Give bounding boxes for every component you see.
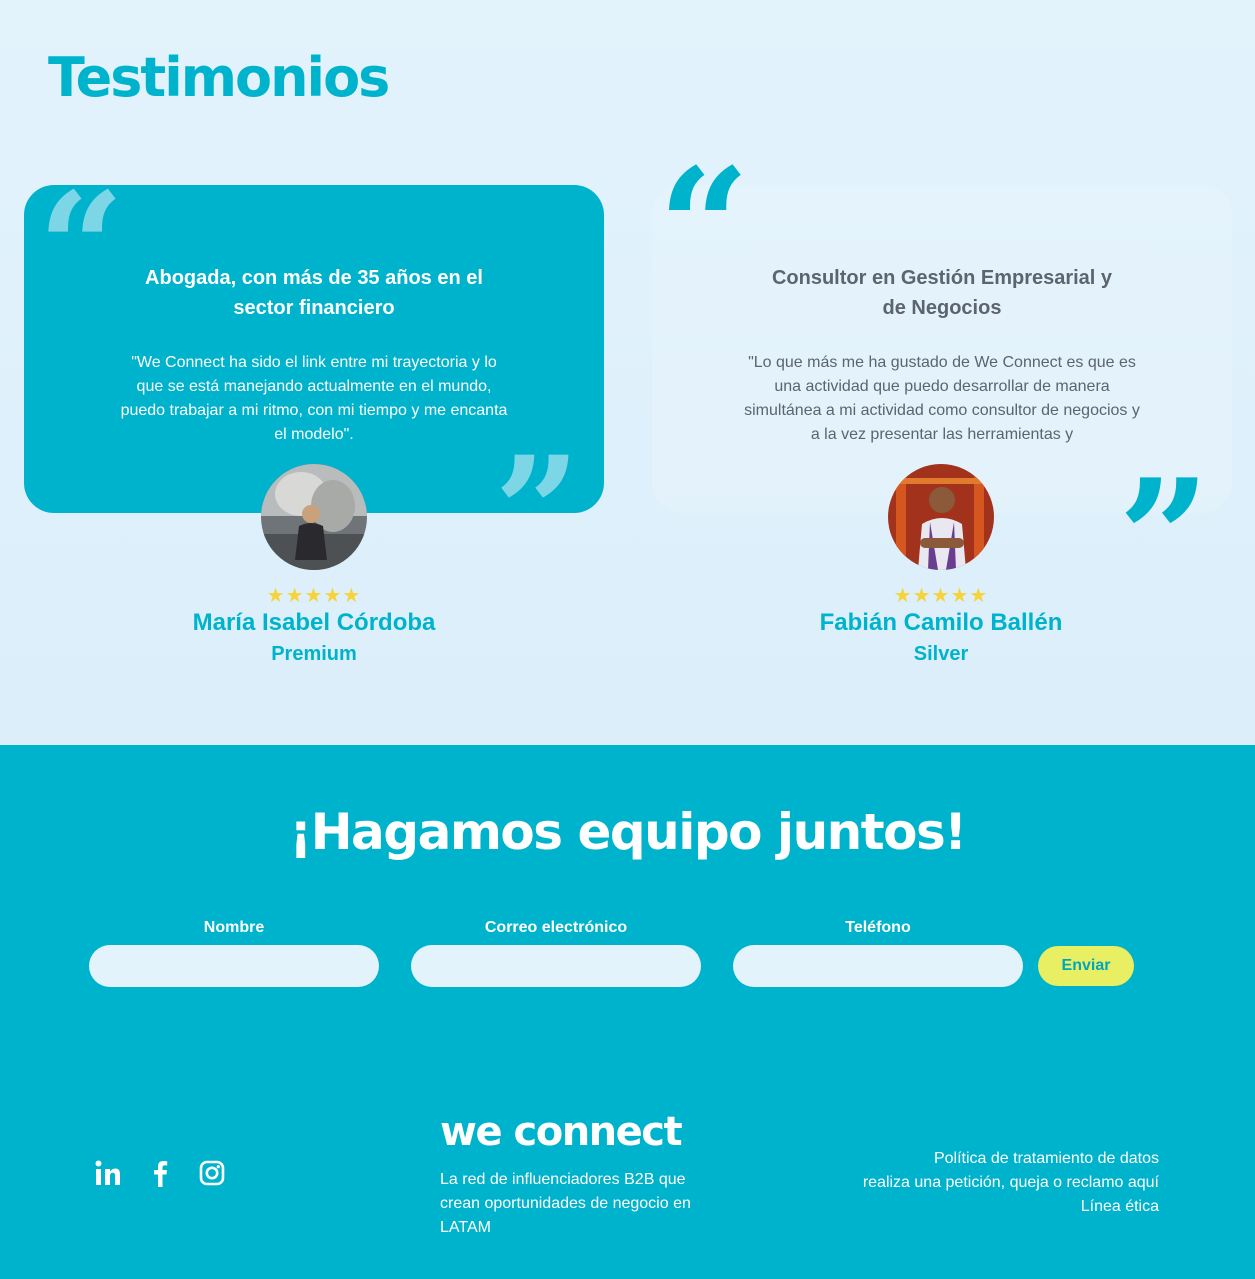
email-label: Correo electrónico — [484, 919, 628, 936]
close-quote-icon: ” — [494, 437, 580, 513]
avatar — [261, 464, 367, 570]
rating-stars: ★★★★★ — [893, 583, 989, 607]
brand-logo[interactable]: we connect — [440, 1109, 683, 1155]
testimonial-quote: "We Connect ha sido el link entre mi tra… — [120, 354, 508, 443]
testimonial-author: ★★★★★ María Isabel Córdoba Premium — [164, 464, 464, 666]
author-tier: Premium — [271, 643, 357, 665]
cta-title: ¡Hagamos equipo juntos! — [289, 803, 967, 861]
phone-field-group: Teléfono — [733, 919, 1023, 987]
brand-tagline: La red de influenciadores B2B que crean … — [440, 1171, 691, 1236]
testimonials-section: Testimonios “ ” Abogada, con más de 35 a… — [0, 0, 1255, 745]
phone-input[interactable] — [733, 945, 1023, 987]
ethics-line-link[interactable]: Línea ética — [863, 1195, 1159, 1219]
send-button[interactable]: Enviar — [1038, 946, 1134, 986]
linkedin-icon[interactable] — [94, 1158, 122, 1188]
section-title: Testimonios — [48, 46, 390, 109]
phone-label: Teléfono — [845, 919, 911, 936]
name-label: Nombre — [203, 919, 265, 936]
social-links — [94, 1158, 226, 1188]
complaint-link[interactable]: realiza una petición, queja o reclamo aq… — [863, 1171, 1159, 1195]
name-field-group: Nombre — [89, 919, 379, 987]
email-input[interactable] — [411, 945, 701, 987]
contact-section: ¡Hagamos equipo juntos! Nombre Correo el… — [0, 745, 1255, 1279]
avatar — [888, 464, 994, 570]
facebook-icon[interactable] — [146, 1158, 174, 1188]
author-name: Fabián Camilo Ballén — [819, 609, 1063, 636]
footer-links: Política de tratamiento de datos realiza… — [863, 1147, 1159, 1219]
name-input[interactable] — [89, 945, 379, 987]
testimonial-quote: "Lo que más me ha gustado de We Connect … — [744, 354, 1140, 443]
close-quote-icon: ” — [1118, 458, 1210, 548]
author-tier: Silver — [913, 643, 969, 665]
email-field-group: Correo electrónico — [411, 919, 701, 987]
author-name: María Isabel Córdoba — [192, 609, 436, 636]
rating-stars: ★★★★★ — [266, 583, 362, 607]
testimonial-role: Consultor en Gestión Empresarial y de Ne… — [771, 267, 1113, 319]
instagram-icon[interactable] — [198, 1158, 226, 1188]
privacy-policy-link[interactable]: Política de tratamiento de datos — [863, 1147, 1159, 1171]
testimonial-role: Abogada, con más de 35 años en el sector… — [145, 267, 483, 319]
testimonial-author: ★★★★★ Fabián Camilo Ballén Silver — [791, 464, 1091, 666]
